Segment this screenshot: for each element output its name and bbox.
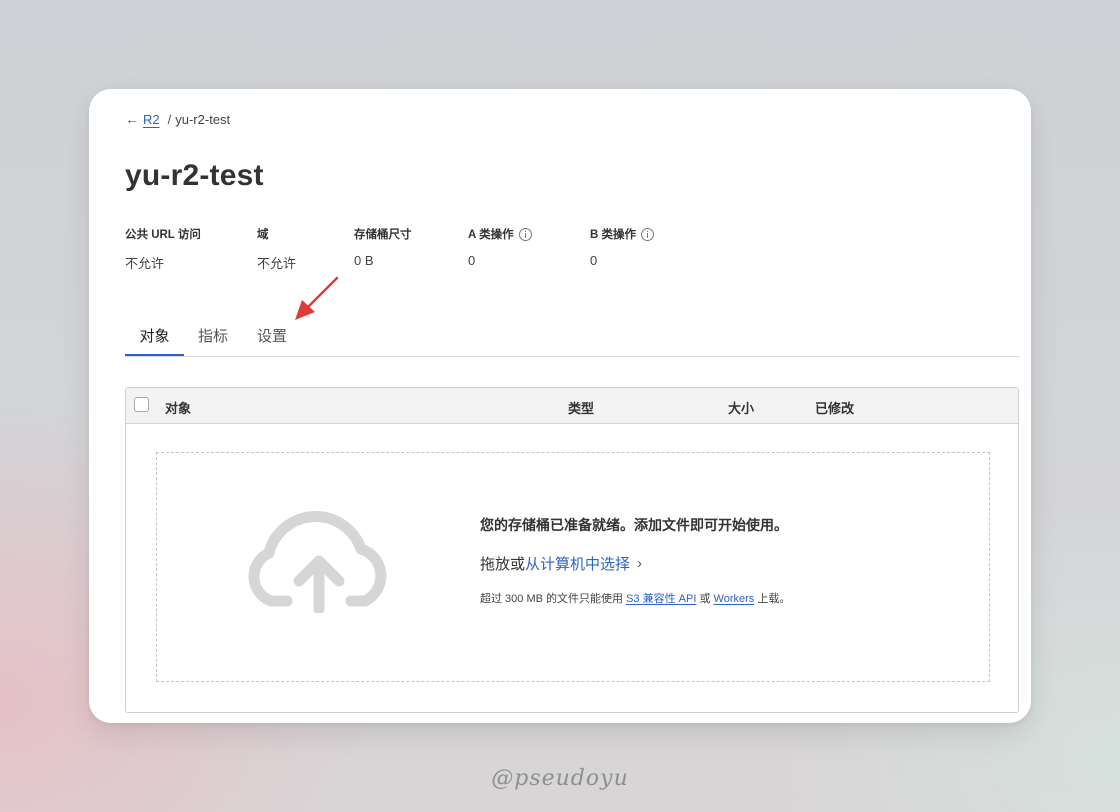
stat-value: 不允许 <box>257 256 297 271</box>
tab-settings[interactable]: 设置 <box>250 317 294 355</box>
select-from-computer-link[interactable]: 从计算机中选择 <box>525 553 630 574</box>
objects-table: 对象 类型 大小 已修改 您的存储桶已准备就绪。添加文件即可开始使用。 拖放或 … <box>125 387 1019 713</box>
table-header: 对象 类型 大小 已修改 <box>126 388 1018 424</box>
column-header-size[interactable]: 大小 <box>728 398 754 417</box>
dropzone-text: 您的存储桶已准备就绪。添加文件即可开始使用。 拖放或 从计算机中选择 › 超过 … <box>480 515 790 606</box>
breadcrumb-separator: / <box>167 111 172 127</box>
stat-label: 存储桶尺寸 <box>354 229 412 241</box>
column-header-modified[interactable]: 已修改 <box>815 398 854 417</box>
stat-value: 0 B <box>354 253 374 268</box>
tab-metrics[interactable]: 指标 <box>191 317 235 355</box>
chevron-right-icon[interactable]: › <box>637 555 642 572</box>
select-all-checkbox[interactable] <box>134 397 149 412</box>
stat-public-url: 公共 URL 访问 不允许 <box>125 226 201 272</box>
stat-class-b-ops: B 类操作 0 <box>590 226 654 268</box>
stat-value: 0 <box>590 253 598 268</box>
dropzone-heading: 您的存储桶已准备就绪。添加文件即可开始使用。 <box>480 517 788 533</box>
watermark: @pseudoyu <box>491 766 629 791</box>
stat-class-a-ops: A 类操作 0 <box>468 226 532 268</box>
dropzone-action: 拖放或 从计算机中选择 › <box>480 553 790 574</box>
stat-label: 域 <box>257 229 269 241</box>
stat-value: 不允许 <box>125 256 165 271</box>
arrow-left-icon: ← <box>125 111 139 127</box>
stat-label: B 类操作 <box>590 226 654 242</box>
dropzone-note: 超过 300 MB 的文件只能使用 S3 兼容性 API 或 Workers 上… <box>480 593 791 605</box>
back-link[interactable]: ← R2 <box>125 111 160 127</box>
info-icon[interactable] <box>641 227 654 241</box>
breadcrumb: ← R2 / yu-r2-test <box>125 111 230 127</box>
info-icon[interactable] <box>518 227 532 241</box>
column-header-object[interactable]: 对象 <box>165 398 191 417</box>
breadcrumb-parent[interactable]: R2 <box>143 112 160 127</box>
dropzone-action-prefix: 拖放或 <box>480 556 526 573</box>
stat-domain: 域 不允许 <box>257 226 296 272</box>
breadcrumb-current: yu-r2-test <box>175 111 231 127</box>
tab-bar: 对象 指标 设置 <box>125 317 1020 357</box>
tab-objects[interactable]: 对象 <box>125 317 184 356</box>
bucket-panel: ← R2 / yu-r2-test yu-r2-test 公共 URL 访问 不… <box>89 89 1031 723</box>
workers-link[interactable]: Workers <box>714 593 755 605</box>
upload-dropzone[interactable]: 您的存储桶已准备就绪。添加文件即可开始使用。 拖放或 从计算机中选择 › 超过 … <box>156 452 990 682</box>
stat-value: 0 <box>468 253 476 268</box>
s3-api-link[interactable]: S3 兼容性 API <box>626 593 696 605</box>
cloud-upload-icon <box>248 511 387 613</box>
stat-bucket-size: 存储桶尺寸 0 B <box>354 226 412 268</box>
page-title: yu-r2-test <box>125 159 264 192</box>
stat-label: A 类操作 <box>468 226 532 242</box>
column-header-type[interactable]: 类型 <box>568 398 594 417</box>
stat-label: 公共 URL 访问 <box>125 229 201 241</box>
